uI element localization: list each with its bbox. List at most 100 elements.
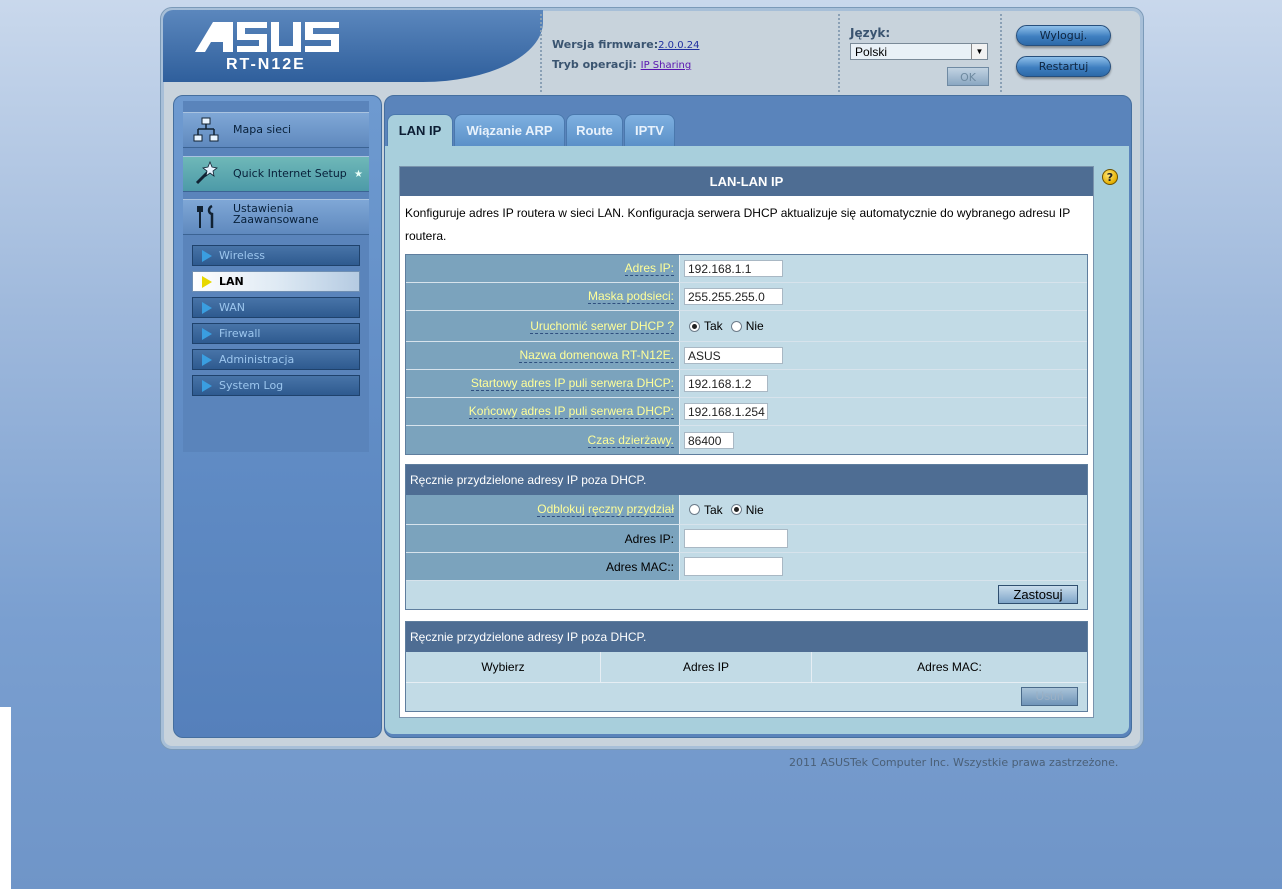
form-row-unlock: Odblokuj ręczny przydział Tak Nie <box>406 495 1087 525</box>
arrow-right-icon <box>202 276 212 288</box>
form-row-manual-ip: Adres IP: <box>406 525 1087 553</box>
ip-address-input[interactable]: 192.168.1.1 <box>684 260 783 277</box>
arrow-right-icon <box>202 250 212 262</box>
submenu-item-system-log[interactable]: System Log <box>192 375 360 396</box>
delete-button[interactable]: Usuń <box>1021 687 1078 706</box>
asus-logo-icon <box>195 22 339 52</box>
submenu-item-administration[interactable]: Administracja <box>192 349 360 370</box>
opmode-label: Tryb operacji: <box>552 58 637 71</box>
submenu-item-firewall[interactable]: Firewall <box>192 323 360 344</box>
tab-iptv[interactable]: IPTV <box>624 114 675 146</box>
field-cell: 255.255.255.0 <box>679 283 1087 310</box>
tools-icon <box>197 204 214 228</box>
pool-start-label: Startowy adres IP puli serwera DHCP: <box>470 376 674 391</box>
sidebar-item-quick-setup[interactable]: Quick Internet Setup ★ <box>183 156 369 192</box>
dhcp-no-radio[interactable] <box>730 320 742 332</box>
field-cell: Tak Nie <box>679 311 1087 341</box>
manual-ip-label: Adres IP: <box>624 531 674 546</box>
operation-mode-info: Tryb operacji: IP Sharing <box>552 58 691 71</box>
pool-start-input[interactable]: 192.168.1.2 <box>684 375 768 392</box>
pool-end-input[interactable]: 192.168.1.254 <box>684 403 768 420</box>
submenu-label: Administracja <box>219 353 295 366</box>
field-label: Czas dzierżawy. <box>406 426 679 454</box>
field-label: Uruchomić serwer DHCP ? <box>406 311 679 341</box>
tab-route[interactable]: Route <box>566 114 623 146</box>
submenu-label: Firewall <box>219 327 261 340</box>
manual-mac-label: Adres MAC:: <box>605 559 674 574</box>
field-label: Adres IP: <box>406 525 679 552</box>
column-header-ip: Adres IP <box>601 652 812 682</box>
language-select[interactable]: Polski ▼ <box>850 43 988 60</box>
radio-label: Nie <box>745 502 764 517</box>
firmware-version-link[interactable]: 2.0.0.24 <box>658 40 699 51</box>
arrow-right-icon <box>202 380 212 392</box>
dhcp-label: Uruchomić serwer DHCP ? <box>530 318 674 334</box>
form-row-domain: Nazwa domenowa RT-N12E. ASUS <box>406 342 1087 370</box>
copyright-footer: 2011 ASUSTek Computer Inc. Wszystkie pra… <box>789 756 1119 769</box>
submenu-label: System Log <box>219 379 284 392</box>
arrow-right-icon <box>202 302 212 314</box>
subnet-mask-input[interactable]: 255.255.255.0 <box>684 288 783 305</box>
arrow-right-icon <box>202 354 212 366</box>
field-cell: Tak Nie <box>679 495 1087 524</box>
ip-label: Adres IP: <box>624 261 674 276</box>
column-header-select: Wybierz <box>406 652 601 682</box>
button-row: Usuń <box>406 683 1087 711</box>
field-label: Maska podsieci: <box>406 283 679 310</box>
lease-time-input[interactable]: 86400 <box>684 431 734 449</box>
logout-button[interactable]: Wyloguj. <box>1016 25 1111 46</box>
field-cell: ASUS <box>679 342 1087 369</box>
manual-assignment-list: Ręcznie przydzielone adresy IP poza DHCP… <box>405 621 1088 712</box>
form-row-dhcp: Uruchomić serwer DHCP ? Tak Nie <box>406 311 1087 342</box>
panel-description: Konfiguruje adres IP routera w sieci LAN… <box>405 206 1071 243</box>
form-row-mask: Maska podsieci: 255.255.255.0 <box>406 283 1087 311</box>
domain-name-input[interactable]: ASUS <box>684 347 783 364</box>
sidebar-item-advanced-settings[interactable]: Ustawienia Zaawansowane <box>183 199 369 235</box>
field-label: Startowy adres IP puli serwera DHCP: <box>406 370 679 397</box>
language-label: Język: <box>850 26 891 40</box>
network-map-icon <box>193 117 219 142</box>
restart-button[interactable]: Restartuj <box>1016 56 1111 77</box>
sidebar-item-network-map[interactable]: Mapa sieci <box>183 112 369 148</box>
manual-assignment-table: Ręcznie przydzielone adresy IP poza DHCP… <box>405 464 1088 610</box>
mask-label: Maska podsieci: <box>587 289 674 304</box>
form-row-ip: Adres IP: 192.168.1.1 <box>406 255 1087 283</box>
form-row-pool-start: Startowy adres IP puli serwera DHCP: 192… <box>406 370 1087 398</box>
radio-label: Tak <box>704 319 723 333</box>
star-icon: ★ <box>354 169 363 180</box>
chevron-down-icon[interactable]: ▼ <box>971 44 987 59</box>
field-cell <box>679 553 1087 580</box>
model-name: RT-N12E <box>226 56 306 73</box>
manual-yes-radio[interactable] <box>689 504 700 515</box>
domain-label: Nazwa domenowa RT-N12E. <box>519 348 674 363</box>
header-divider <box>540 14 542 92</box>
submenu-item-wan[interactable]: WAN <box>192 297 360 318</box>
manual-ip-input[interactable] <box>684 529 788 548</box>
field-label: Końcowy adres IP puli serwera DHCP: <box>406 398 679 425</box>
submenu-label: WAN <box>219 301 246 314</box>
form-row-pool-end: Końcowy adres IP puli serwera DHCP: 192.… <box>406 398 1087 426</box>
section-heading: Ręcznie przydzielone adresy IP poza DHCP… <box>406 622 1087 652</box>
lan-settings-table: Adres IP: 192.168.1.1 Maska podsieci: 25… <box>405 254 1088 455</box>
apply-button[interactable]: Zastosuj <box>998 585 1078 604</box>
field-cell: 86400 <box>679 426 1087 454</box>
sidebar-item-label: Quick Internet Setup <box>233 167 347 180</box>
manual-no-radio[interactable] <box>730 504 742 515</box>
form-row-lease: Czas dzierżawy. 86400 <box>406 426 1087 454</box>
help-icon[interactable]: ? <box>1102 169 1118 185</box>
radio-label: Tak <box>704 502 723 517</box>
label-line-2: Zaawansowane <box>233 213 319 226</box>
logo-area: RT-N12E <box>163 10 543 82</box>
submenu-item-lan[interactable]: LAN <box>192 271 360 292</box>
field-cell: 192.168.1.254 <box>679 398 1087 425</box>
manual-mac-input[interactable] <box>684 557 783 576</box>
panel-title: LAN-LAN IP <box>400 167 1093 196</box>
tab-arp-binding[interactable]: Wiązanie ARP <box>454 114 565 146</box>
tab-lan-ip[interactable]: LAN IP <box>387 114 453 146</box>
submenu-item-wireless[interactable]: Wireless <box>192 245 360 266</box>
opmode-link[interactable]: IP Sharing <box>641 60 692 71</box>
section-heading: Ręcznie przydzielone adresy IP poza DHCP… <box>406 465 1087 495</box>
dhcp-yes-radio[interactable] <box>689 320 700 332</box>
language-ok-button[interactable]: OK <box>947 67 989 86</box>
field-label: Adres IP: <box>406 255 679 282</box>
